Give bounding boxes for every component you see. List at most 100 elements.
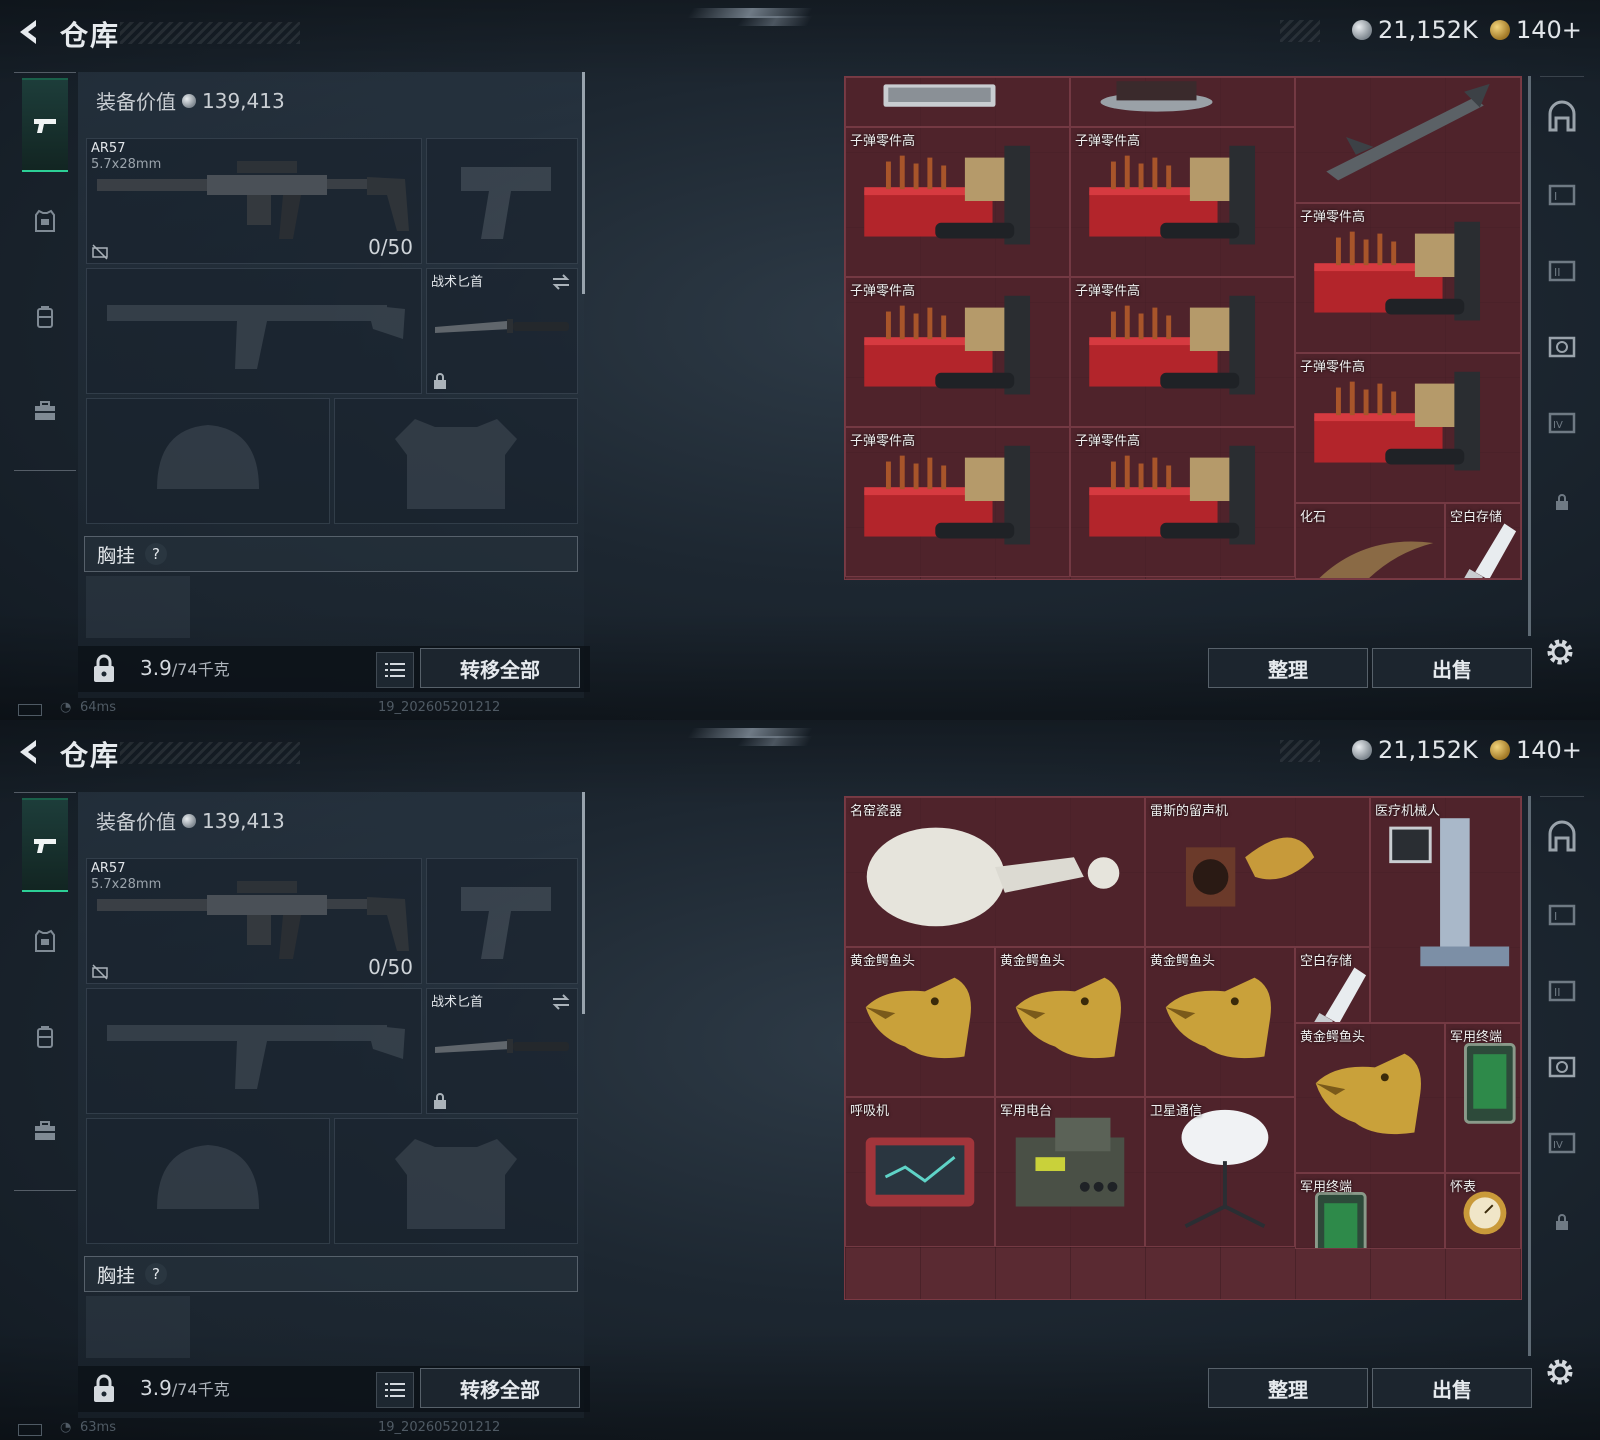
helmet-slot[interactable] [86,398,330,524]
storage-tab-1[interactable]: I [1544,896,1580,932]
secondary-weapon-slot[interactable] [426,858,578,984]
lock-icon [1556,1214,1568,1230]
storage-tab-all[interactable] [1544,100,1580,136]
storage-item-name: 子弹零件高 [1075,134,1141,149]
storage-item[interactable]: 黄金鳄鱼头 [995,947,1145,1097]
helmet-slot[interactable] [86,1118,330,1244]
helmet-placeholder-icon [157,1145,259,1209]
help-icon[interactable]: ? [145,543,168,565]
storage-scrollbar[interactable] [1528,76,1531,636]
archway-icon [1548,100,1576,132]
storage-tab-4[interactable]: IV [1544,404,1580,440]
storage-tab-3[interactable] [1544,1048,1580,1084]
sell-button[interactable]: 出售 [1372,648,1532,688]
gold-currency[interactable]: 140+ [1490,14,1582,46]
storage-item[interactable]: 雷斯的留声机 [1145,797,1370,947]
back-button[interactable] [14,16,46,48]
storage-tab-locked[interactable] [1552,1212,1572,1232]
storage-tab-4[interactable]: IV [1544,1124,1580,1160]
nav-backpack[interactable] [22,992,68,1082]
nav-case[interactable] [22,1086,68,1176]
storage-item[interactable]: 军用终端 [1445,1023,1521,1173]
storage-item[interactable]: 化石 [1295,503,1445,579]
sort-button[interactable]: 整理 [1208,648,1368,688]
nav-weapons[interactable] [22,798,68,892]
storage-item[interactable] [1070,77,1295,127]
title-decoration [120,742,300,764]
nav-backpack[interactable] [22,272,68,362]
storage-tab-all[interactable] [1544,820,1580,856]
equipment-scrollbar[interactable] [582,72,585,294]
nav-weapons[interactable] [22,78,68,172]
help-icon[interactable]: ? [145,1263,168,1285]
ventilator-icon [865,1137,975,1207]
storage-tab-2[interactable]: II [1544,972,1580,1008]
storage-item-name: 雷斯的留声机 [1150,804,1229,819]
storage-item[interactable]: 子弹零件高 [845,127,1070,277]
storage-item[interactable]: 子弹零件高 [845,277,1070,427]
gold-currency[interactable]: 140+ [1490,734,1582,766]
back-button[interactable] [14,736,46,768]
storage-item[interactable]: 医疗机械人 [1370,797,1521,1023]
storage-item[interactable]: 子弹零件高 [1295,203,1521,353]
back-arrow-icon [20,20,36,44]
storage-item[interactable]: 子弹零件高 [1295,353,1521,503]
storage-item[interactable]: 呼吸机 [845,1097,995,1247]
nav-divider [14,1190,76,1191]
chest-rig-slot[interactable] [86,576,190,638]
transfer-all-button[interactable]: 转移全部 [420,648,580,688]
body-armor-slot[interactable] [334,1118,578,1244]
list-view-button[interactable] [376,652,414,688]
storage-item[interactable]: 怀表 [1445,1173,1521,1249]
secondary-primary-slot[interactable] [86,988,422,1114]
equipment-value: 装备价值 139,413 [96,806,285,835]
equipment-scrollbar[interactable] [582,792,585,1014]
melee-slot[interactable]: 战术匕首 [426,268,578,394]
storage-item[interactable]: 空白存储 [1295,947,1370,1023]
build-version: 19_202605201212 [378,1420,501,1435]
secondary-primary-slot[interactable] [86,268,422,394]
storage-tab-2[interactable]: II [1544,252,1580,288]
knife-icon [435,1039,569,1053]
storage-tab-1[interactable]: I [1544,176,1580,212]
silver-currency: 21,152K [1352,14,1478,46]
nav-case[interactable] [22,366,68,456]
storage-item[interactable]: 黄金鳄鱼头 [845,947,995,1097]
storage-item[interactable]: 子弹零件高 [1070,277,1295,427]
storage-item[interactable] [1295,77,1521,203]
storage-item[interactable]: 名窑瓷器 [845,797,1145,947]
body-armor-slot[interactable] [334,398,578,524]
storage-tab-3[interactable] [1544,328,1580,364]
ammo-count: 0/50 [368,235,413,259]
chest-rig-header: 胸挂 ? [84,1256,578,1292]
storage-item[interactable]: 子弹零件高 [1070,127,1295,277]
storage-item[interactable]: 卫星通信 [1145,1097,1295,1247]
storage-item[interactable]: 黄金鳄鱼头 [1295,1023,1445,1173]
primary-weapon-slot[interactable]: AR57 5.7x28mm 0/50 [86,138,422,264]
title-decoration [120,22,300,44]
melee-slot[interactable]: 战术匕首 [426,988,578,1114]
storage-tab-locked[interactable] [1552,492,1572,512]
storage-scrollbar[interactable] [1528,796,1531,1356]
nav-armor[interactable] [22,896,68,986]
storage-item[interactable] [845,77,1070,127]
storage-item[interactable]: 子弹零件高 [845,427,1070,577]
transfer-all-button[interactable]: 转移全部 [420,1368,580,1408]
secondary-weapon-slot[interactable] [426,138,578,264]
equipment-nav [14,792,76,1192]
storage-item[interactable]: 黄金鳄鱼头 [1145,947,1295,1097]
nav-divider [1540,796,1584,797]
gear-icon[interactable] [1542,634,1578,670]
gear-icon[interactable] [1542,1354,1578,1390]
svg-text:I: I [1554,190,1557,203]
primary-weapon-slot[interactable]: AR57 5.7x28mm 0/50 [86,858,422,984]
storage-item[interactable]: 军用电台 [995,1097,1145,1247]
nav-armor[interactable] [22,176,68,266]
sell-button[interactable]: 出售 [1372,1368,1532,1408]
sort-button[interactable]: 整理 [1208,1368,1368,1408]
storage-item[interactable]: 空白存储 [1445,503,1521,579]
list-view-button[interactable] [376,1372,414,1408]
storage-item[interactable]: 子弹零件高 [1070,427,1295,577]
storage-item[interactable]: 军用终端 [1295,1173,1445,1249]
chest-rig-slot[interactable] [86,1296,190,1358]
